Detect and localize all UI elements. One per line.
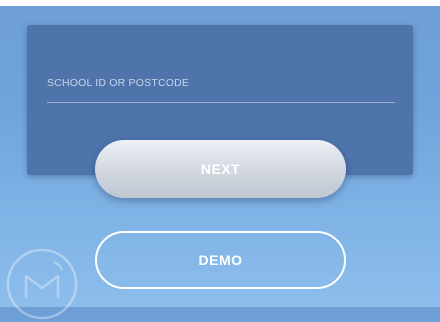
school-id-input[interactable] [47,73,395,99]
logo-watermark-icon [6,248,78,320]
next-button[interactable]: NEXT [95,140,346,198]
demo-button[interactable]: DEMO [95,231,346,289]
top-bar [0,0,440,6]
input-underline [47,102,395,103]
